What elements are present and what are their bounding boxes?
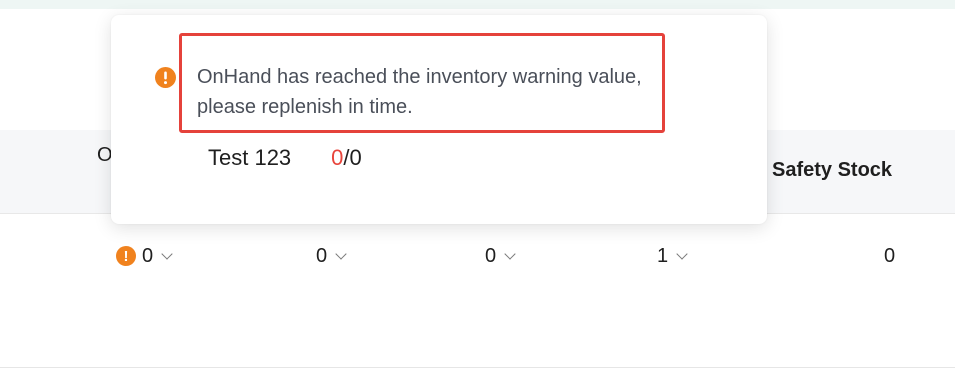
onhand-cell[interactable]: ! 0 (116, 244, 173, 268)
top-strip (0, 0, 955, 9)
stock-line: Test 123 0 / 0 (208, 145, 362, 171)
chevron-down-icon[interactable] (676, 247, 688, 260)
warning-icon[interactable]: ! (116, 246, 136, 266)
column4-cell[interactable]: 1 (657, 244, 688, 268)
item-name: Test 123 (208, 145, 292, 170)
column-header-safety-stock: Safety Stock (772, 159, 893, 181)
chevron-down-icon[interactable] (335, 247, 347, 260)
onhand-value: 0 (142, 244, 154, 267)
row-divider (0, 367, 955, 368)
safety-stock-cell: 0 (884, 244, 895, 268)
warning-message: OnHand has reached the inventory warning… (197, 66, 642, 118)
chevron-down-icon[interactable] (504, 247, 516, 260)
current-stock: 0 (331, 145, 344, 170)
column3-cell[interactable]: 0 (485, 244, 516, 268)
safety-stock-value: 0 (884, 244, 896, 267)
column4-value: 1 (657, 244, 669, 267)
column3-value: 0 (485, 244, 497, 267)
column2-cell[interactable]: 0 (316, 244, 347, 268)
column2-value: 0 (316, 244, 328, 267)
exclamation-circle-icon (155, 67, 176, 88)
total-stock: 0 (349, 145, 362, 170)
chevron-down-icon[interactable] (161, 247, 173, 260)
